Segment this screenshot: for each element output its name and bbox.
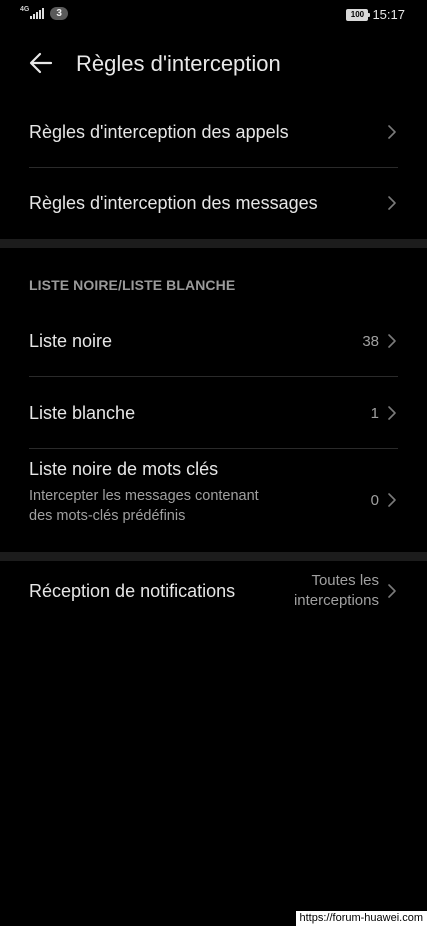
- network-type-label: 4G: [20, 6, 30, 13]
- chevron-right-icon: [388, 125, 396, 139]
- chevron-right-icon: [388, 334, 396, 348]
- status-bar-left: 4G 3: [20, 6, 68, 20]
- row-notification-reception-label: Réception de notifications: [29, 581, 236, 601]
- row-message-rules-label: Règles d'interception des messages: [29, 193, 318, 213]
- app-header: Règles d'interception: [0, 42, 427, 86]
- whitelist-count: 1: [370, 405, 379, 422]
- divider: [29, 167, 398, 168]
- row-blacklist[interactable]: Liste noire 38: [0, 314, 427, 370]
- row-whitelist[interactable]: Liste blanche 1: [0, 386, 427, 442]
- section-separator: [0, 552, 427, 561]
- row-whitelist-label: Liste blanche: [29, 403, 136, 423]
- status-bar: 4G 3 100 15:17: [0, 0, 427, 30]
- row-keyword-blacklist-label: Liste noire de mots clés: [29, 459, 219, 479]
- row-message-rules[interactable]: Règles d'interception des messages: [0, 176, 427, 232]
- row-notification-reception[interactable]: Réception de notifications Toutes les in…: [0, 565, 427, 619]
- notification-reception-value: Toutes les interceptions: [293, 572, 379, 609]
- battery-icon: 100: [346, 8, 371, 21]
- clock: 15:17: [372, 7, 405, 22]
- section-header-lists: LISTE NOIRE/LISTE BLANCHE: [29, 277, 236, 293]
- chevron-right-icon: [388, 493, 396, 507]
- blacklist-count: 38: [362, 333, 379, 350]
- row-keyword-blacklist-subtitle: Intercepter les messages contenant des m…: [29, 488, 259, 524]
- divider: [29, 376, 398, 377]
- back-arrow-icon[interactable]: [28, 50, 54, 76]
- page-title: Règles d'interception: [76, 51, 281, 76]
- row-call-rules-label: Règles d'interception des appels: [29, 122, 289, 142]
- chevron-right-icon: [388, 584, 396, 598]
- keyword-blacklist-count: 0: [370, 492, 379, 509]
- status-bar-right: 100 15:17: [346, 7, 405, 22]
- divider: [29, 448, 398, 449]
- row-call-rules[interactable]: Règles d'interception des appels: [0, 104, 427, 160]
- watermark-url: https://forum-huawei.com: [295, 911, 427, 926]
- chevron-right-icon: [388, 406, 396, 420]
- section-separator: [0, 239, 427, 248]
- signal-strength-icon: [30, 8, 45, 19]
- row-blacklist-label: Liste noire: [29, 331, 113, 351]
- row-keyword-blacklist[interactable]: Liste noire de mots clés Intercepter les…: [0, 452, 427, 548]
- notification-count-badge: 3: [50, 7, 68, 20]
- chevron-right-icon: [388, 196, 396, 210]
